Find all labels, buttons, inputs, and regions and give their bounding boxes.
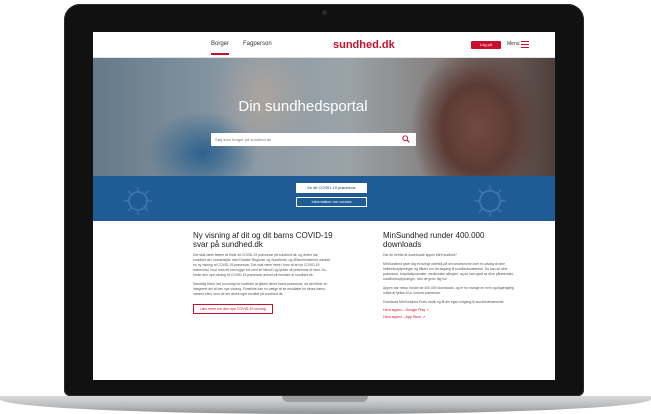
left-article-paragraph: Samtidig bliver det nu muligt for foræld… xyxy=(193,282,328,296)
camera-dot xyxy=(322,10,327,15)
browser-screen: Borger Fagperson sundhed.dk Log på Menu … xyxy=(93,32,555,380)
hamburger-icon[interactable] xyxy=(521,41,529,48)
hero-image-overlay xyxy=(93,58,555,176)
right-article: MinSundhed runder 400.000 downloads Har … xyxy=(383,231,523,319)
right-article-paragraph: Download MinSundhed til din mobil og få … xyxy=(383,300,505,304)
site-logo[interactable]: sundhed.dk xyxy=(333,39,395,51)
virus-icon xyxy=(474,185,506,217)
hero-banner: Din sundhedsportal xyxy=(93,58,555,176)
laptop-mockup: Borger Fagperson sundhed.dk Log på Menu … xyxy=(0,0,651,414)
app-store-link[interactable]: Hent appen – App Store ↗ xyxy=(383,315,523,319)
left-article-paragraph: Det skal være lettere at finde sit COVID… xyxy=(193,253,331,277)
laptop-notch xyxy=(282,396,368,402)
covid-result-button[interactable]: Se dit COVID-19 prøvesvar xyxy=(296,183,367,193)
virus-icon xyxy=(124,187,152,215)
hero-title: Din sundhedsportal xyxy=(238,98,368,115)
covid-band: Se dit COVID-19 prøvesvar Information om… xyxy=(93,176,555,221)
search-icon[interactable] xyxy=(402,135,410,143)
tab-borger[interactable]: Borger xyxy=(211,41,230,55)
right-article-paragraph: Appen har netop rundet de 400.000 downlo… xyxy=(383,286,514,295)
google-play-link[interactable]: Hent appen – Google Play ↗ xyxy=(383,308,523,312)
left-article-title: Ny visning af dit og dit barns COVID-19 … xyxy=(193,231,333,249)
right-article-paragraph: Har du hentet at downloade appen MinSund… xyxy=(383,253,457,257)
login-button[interactable]: Log på xyxy=(471,41,501,49)
laptop-base xyxy=(0,396,651,414)
site-header: Borger Fagperson sundhed.dk Log på Menu xyxy=(93,32,555,58)
search-input[interactable] xyxy=(215,135,395,144)
read-more-button[interactable]: Læs mere om den nye COVID-19 visning xyxy=(193,304,273,314)
corona-info-button[interactable]: Information om corona xyxy=(296,197,367,207)
right-article-paragraph: MinSundhed giver dig et hurtigt overblik… xyxy=(383,262,514,281)
search-box[interactable] xyxy=(211,133,416,146)
right-article-title: MinSundhed runder 400.000 downloads xyxy=(383,231,485,249)
left-article: Ny visning af dit og dit barns COVID-19 … xyxy=(193,231,333,315)
tab-fagperson[interactable]: Fagperson xyxy=(243,41,272,47)
menu-label[interactable]: Menu xyxy=(507,41,520,47)
news-section: Ny visning af dit og dit barns COVID-19 … xyxy=(93,221,555,380)
